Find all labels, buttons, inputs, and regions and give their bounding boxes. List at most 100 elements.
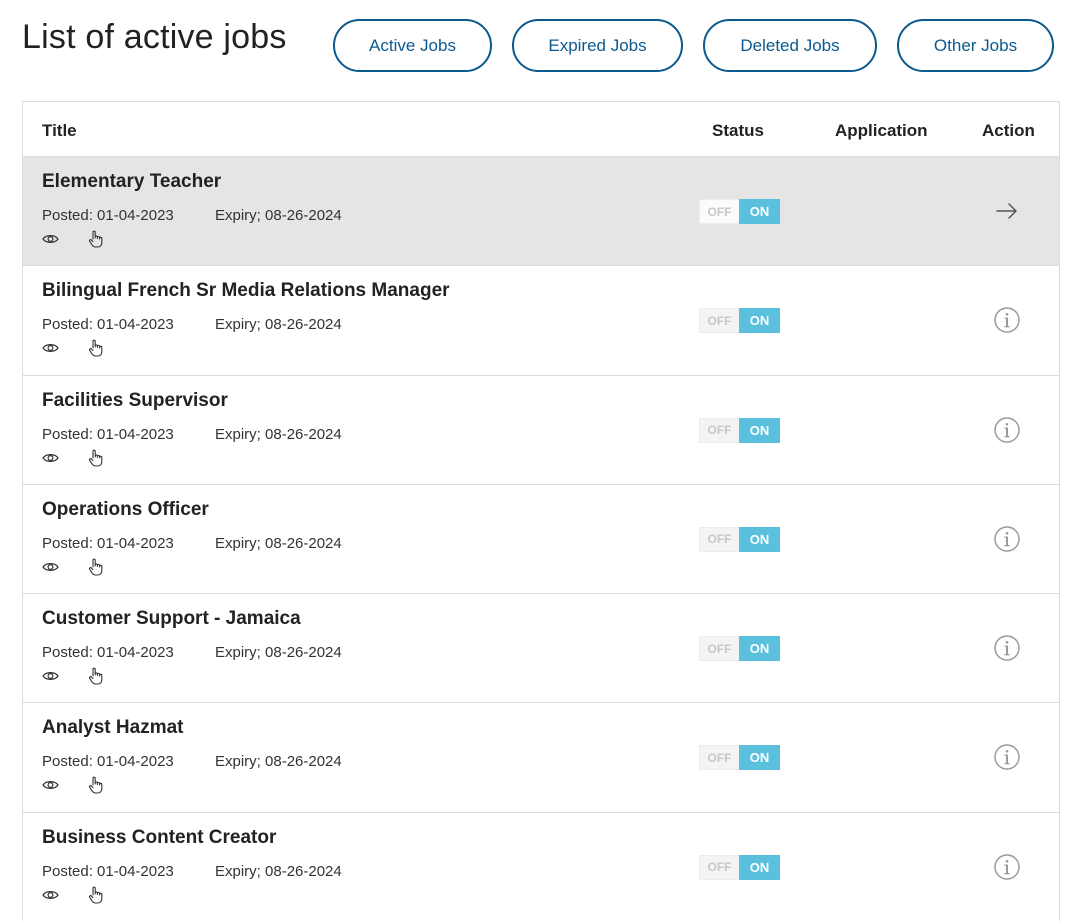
pointer-hand-icon[interactable] [88, 449, 103, 467]
posted-label: Posted: [42, 862, 98, 880]
toggle-off-label[interactable]: OFF [699, 308, 739, 334]
table-row[interactable]: Operations Officer Posted: 01-04-2023 Ex… [23, 485, 1059, 595]
active-jobs-button[interactable]: Active Jobs [333, 19, 492, 72]
deleted-jobs-button[interactable]: Deleted Jobs [703, 19, 877, 72]
posted-date: Posted: 01-04-2023 [42, 207, 174, 224]
toggle-on-label[interactable]: ON [739, 526, 780, 552]
table-row[interactable]: Elementary Teacher Posted: 01-04-2023 Ex… [23, 157, 1059, 267]
status-toggle[interactable]: OFF ON [699, 199, 780, 224]
posted-date: Posted: 01-04-2023 [42, 426, 174, 443]
table-row[interactable]: Analyst Hazmat Posted: 01-04-2023 Expiry… [23, 703, 1059, 813]
expiry-date: Expiry; 08-26-2024 [215, 316, 342, 333]
expiry-value: 08-26-2024 [265, 207, 342, 224]
eye-icon[interactable] [42, 450, 59, 466]
toggle-on-label[interactable]: ON [739, 854, 780, 880]
info-icon[interactable] [993, 306, 1021, 334]
status-toggle[interactable]: OFF ON [699, 636, 780, 662]
pointer-hand-icon[interactable] [88, 339, 103, 357]
toggle-on-label[interactable]: ON [739, 636, 780, 662]
info-icon[interactable] [993, 634, 1021, 662]
posted-label: Posted: [42, 534, 98, 552]
toggle-off-label[interactable]: OFF [699, 636, 739, 662]
toggle-off-label[interactable]: OFF [699, 745, 739, 771]
toggle-on-label[interactable]: ON [739, 199, 780, 224]
eye-icon[interactable] [42, 887, 59, 903]
info-icon[interactable] [993, 853, 1021, 881]
expiry-label: Expiry; [215, 207, 266, 224]
job-title[interactable]: Facilities Supervisor [42, 390, 228, 412]
posted-value: 01-04-2023 [97, 425, 174, 443]
info-icon[interactable] [993, 416, 1021, 444]
toggle-off-label[interactable]: OFF [699, 417, 739, 443]
expiry-date: Expiry; 08-26-2024 [215, 426, 342, 443]
expiry-date: Expiry; 08-26-2024 [215, 753, 342, 770]
toggle-on-label[interactable]: ON [739, 745, 780, 771]
posted-value: 01-04-2023 [97, 644, 174, 662]
posted-value: 01-04-2023 [97, 207, 174, 224]
pointer-hand-icon[interactable] [88, 667, 103, 685]
toggle-off-label[interactable]: OFF [699, 199, 739, 224]
table-row[interactable]: Facilities Supervisor Posted: 01-04-2023… [23, 376, 1059, 485]
job-title[interactable]: Business Content Creator [42, 827, 276, 849]
expiry-label: Expiry; [215, 316, 266, 334]
posted-label: Posted: [42, 425, 98, 443]
expiry-value: 08-26-2024 [265, 753, 342, 771]
status-toggle[interactable]: OFF ON [699, 417, 780, 443]
other-jobs-button[interactable]: Other Jobs [897, 19, 1054, 72]
info-icon[interactable] [993, 525, 1021, 553]
column-header-title: Title [42, 121, 77, 140]
eye-icon[interactable] [42, 340, 59, 356]
arrow-right-icon[interactable] [993, 197, 1021, 225]
column-header-status: Status [712, 121, 764, 140]
status-toggle[interactable]: OFF ON [699, 854, 780, 880]
posted-value: 01-04-2023 [97, 534, 174, 552]
eye-icon[interactable] [42, 777, 59, 793]
table-header: Title Status Application Action [23, 102, 1059, 157]
expiry-label: Expiry; [215, 425, 266, 443]
expiry-date: Expiry; 08-26-2024 [215, 207, 342, 224]
expiry-label: Expiry; [215, 534, 266, 552]
column-header-action: Action [982, 121, 1035, 140]
expiry-label: Expiry; [215, 753, 266, 771]
table-row[interactable]: Customer Support - Jamaica Posted: 01-04… [23, 594, 1059, 704]
table-row[interactable]: Bilingual French Sr Media Relations Mana… [23, 266, 1059, 376]
pointer-hand-icon[interactable] [88, 230, 103, 248]
job-title[interactable]: Analyst Hazmat [42, 717, 184, 739]
posted-date: Posted: 01-04-2023 [42, 644, 174, 661]
posted-label: Posted: [42, 316, 98, 334]
expiry-date: Expiry; 08-26-2024 [215, 644, 342, 661]
eye-icon[interactable] [42, 231, 59, 247]
eye-icon[interactable] [42, 559, 59, 575]
expiry-value: 08-26-2024 [265, 862, 342, 880]
job-title[interactable]: Bilingual French Sr Media Relations Mana… [42, 280, 450, 302]
jobs-table: Title Status Application Action Elementa… [22, 101, 1060, 921]
job-title[interactable]: Customer Support - Jamaica [42, 608, 301, 630]
status-toggle[interactable]: OFF ON [699, 526, 780, 552]
posted-date: Posted: 01-04-2023 [42, 863, 174, 880]
table-body: Elementary Teacher Posted: 01-04-2023 Ex… [23, 157, 1059, 921]
status-toggle[interactable]: OFF ON [699, 745, 780, 771]
table-row[interactable]: Business Content Creator Posted: 01-04-2… [23, 813, 1059, 921]
expiry-date: Expiry; 08-26-2024 [215, 863, 342, 880]
toggle-on-label[interactable]: ON [739, 308, 780, 334]
expiry-value: 08-26-2024 [265, 316, 342, 334]
expiry-value: 08-26-2024 [265, 425, 342, 443]
expired-jobs-button[interactable]: Expired Jobs [512, 19, 683, 72]
job-title[interactable]: Elementary Teacher [42, 171, 221, 193]
toggle-off-label[interactable]: OFF [699, 526, 739, 552]
toggle-on-label[interactable]: ON [739, 417, 780, 443]
posted-label: Posted: [42, 207, 98, 224]
job-title[interactable]: Operations Officer [42, 499, 209, 521]
eye-icon[interactable] [42, 668, 59, 684]
posted-label: Posted: [42, 753, 98, 771]
posted-value: 01-04-2023 [97, 862, 174, 880]
pointer-hand-icon[interactable] [88, 776, 103, 795]
info-icon[interactable] [993, 743, 1021, 771]
pointer-hand-icon[interactable] [88, 558, 103, 576]
expiry-date: Expiry; 08-26-2024 [215, 535, 342, 552]
posted-value: 01-04-2023 [97, 316, 174, 334]
toggle-off-label[interactable]: OFF [699, 854, 739, 880]
posted-label: Posted: [42, 644, 98, 662]
status-toggle[interactable]: OFF ON [699, 308, 780, 334]
pointer-hand-icon[interactable] [88, 886, 103, 904]
